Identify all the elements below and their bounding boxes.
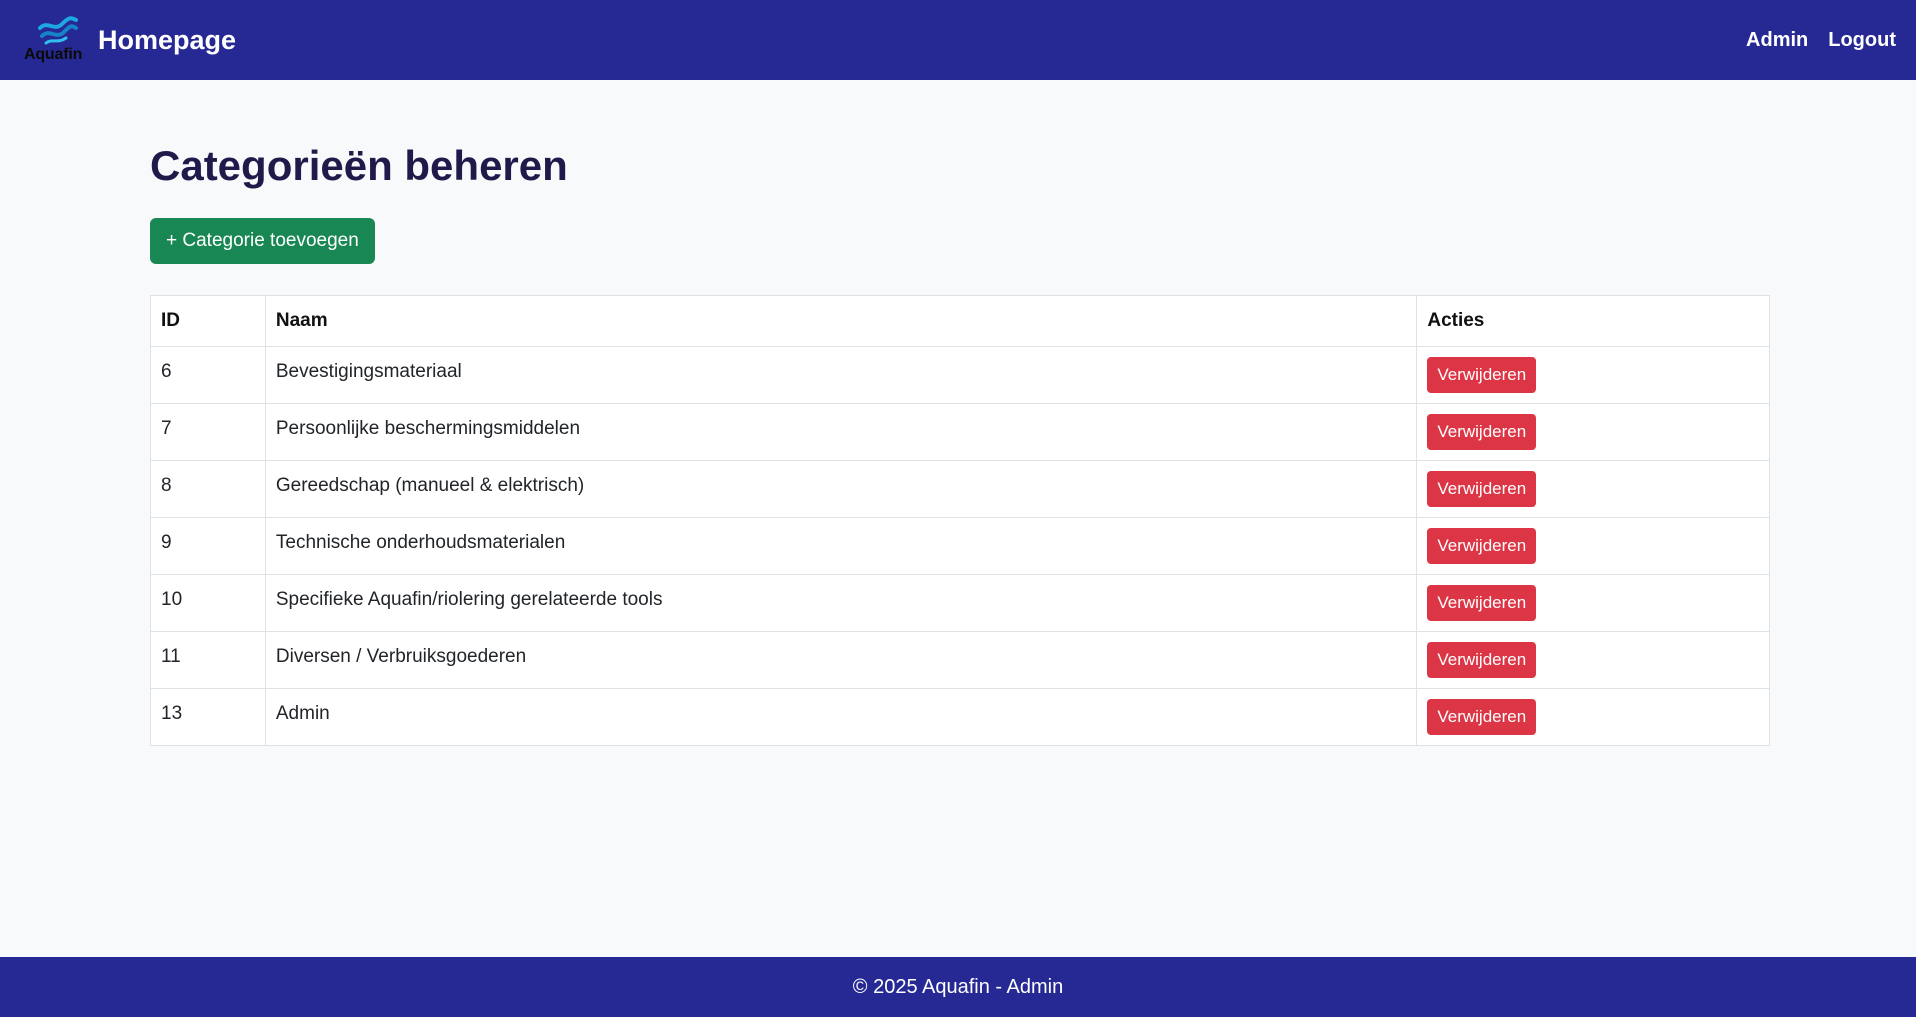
- delete-button[interactable]: Verwijderen: [1427, 414, 1537, 450]
- logo-text: Aquafin: [24, 46, 83, 63]
- row-naam: Specifieke Aquafin/riolering gerelateerd…: [264, 574, 1418, 632]
- column-header-id: ID: [150, 295, 266, 347]
- delete-button[interactable]: Verwijderen: [1427, 471, 1537, 507]
- column-header-naam: Naam: [264, 295, 1418, 347]
- row-id: 11: [150, 631, 266, 689]
- footer-text: © 2025 Aquafin - Admin: [852, 976, 1064, 998]
- nav-link-admin[interactable]: Admin: [1746, 29, 1808, 52]
- table-row: 10 Specifieke Aquafin/riolering gerelate…: [150, 574, 1770, 632]
- delete-button[interactable]: Verwijderen: [1427, 357, 1537, 393]
- main-content: Categorieën beheren + Categorie toevoege…: [150, 80, 1770, 746]
- row-id: 7: [150, 403, 266, 461]
- nav-link-logout[interactable]: Logout: [1828, 29, 1896, 52]
- nav-links: Admin Logout: [1746, 0, 1896, 80]
- row-naam: Persoonlijke beschermingsmiddelen: [264, 403, 1418, 461]
- row-naam: Gereedschap (manueel & elektrisch): [264, 460, 1418, 518]
- row-actions: Verwijderen: [1416, 403, 1770, 461]
- table-row: 11 Diversen / Verbruiksgoederen Verwijde…: [150, 631, 1770, 689]
- row-id: 13: [150, 688, 266, 746]
- add-category-button[interactable]: + Categorie toevoegen: [150, 218, 375, 264]
- waves-icon: [38, 16, 78, 45]
- table-row: 13 Admin Verwijderen: [150, 688, 1770, 746]
- row-id: 6: [150, 346, 266, 404]
- row-actions: Verwijderen: [1416, 688, 1770, 746]
- row-naam: Admin: [264, 688, 1418, 746]
- row-id: 8: [150, 460, 266, 518]
- brand-link[interactable]: Aquafin Homepage: [24, 14, 236, 66]
- delete-button[interactable]: Verwijderen: [1427, 585, 1537, 621]
- page-footer: © 2025 Aquafin - Admin: [0, 957, 1916, 1017]
- table-row: 8 Gereedschap (manueel & elektrisch) Ver…: [150, 460, 1770, 518]
- row-id: 9: [150, 517, 266, 575]
- row-id: 10: [150, 574, 266, 632]
- categories-table: ID Naam Acties 6 Bevestigingsmateriaal V…: [150, 295, 1770, 746]
- column-header-acties: Acties: [1416, 295, 1770, 347]
- row-actions: Verwijderen: [1416, 517, 1770, 575]
- table-header-row: ID Naam Acties: [150, 295, 1770, 347]
- brand-title: Homepage: [98, 24, 237, 55]
- row-actions: Verwijderen: [1416, 631, 1770, 689]
- delete-button[interactable]: Verwijderen: [1427, 699, 1537, 735]
- row-actions: Verwijderen: [1416, 346, 1770, 404]
- page-title: Categorieën beheren: [150, 142, 568, 189]
- table-row: 9 Technische onderhoudsmaterialen Verwij…: [150, 517, 1770, 575]
- row-actions: Verwijderen: [1416, 460, 1770, 518]
- top-navbar: Aquafin Homepage Admin Logout: [0, 0, 1916, 80]
- table-row: 7 Persoonlijke beschermingsmiddelen Verw…: [150, 403, 1770, 461]
- row-naam: Technische onderhoudsmaterialen: [264, 517, 1418, 575]
- row-naam: Diversen / Verbruiksgoederen: [264, 631, 1418, 689]
- row-actions: Verwijderen: [1416, 574, 1770, 632]
- delete-button[interactable]: Verwijderen: [1427, 528, 1537, 564]
- aquafin-logo: Aquafin: [24, 16, 88, 64]
- row-naam: Bevestigingsmateriaal: [264, 346, 1418, 404]
- delete-button[interactable]: Verwijderen: [1427, 642, 1537, 678]
- table-row: 6 Bevestigingsmateriaal Verwijderen: [150, 346, 1770, 404]
